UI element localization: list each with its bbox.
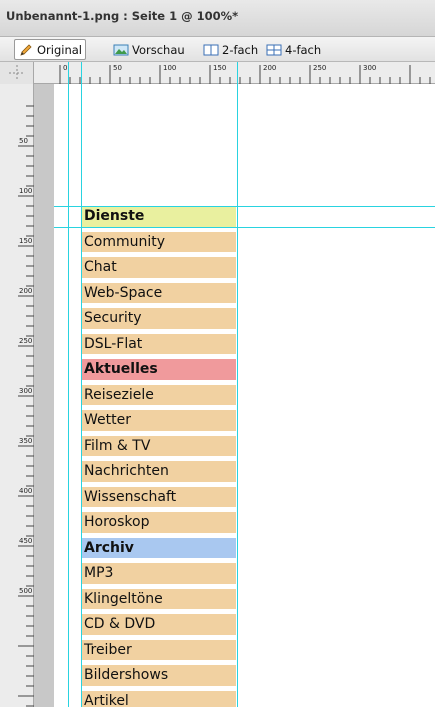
four-up-view-button[interactable]: 4-fach — [263, 39, 324, 60]
menu-item: Reiseziele — [81, 384, 236, 405]
menu-item: Nachrichten — [81, 461, 236, 482]
menu-item: Chat — [81, 257, 236, 278]
menu-header: Aktuelles — [81, 359, 236, 380]
horizontal-ruler[interactable]: 0 50 100 150 200 250 300 — [0, 62, 435, 84]
preview-view-button[interactable]: Vorschau — [110, 39, 188, 60]
menu-item: Community — [81, 231, 236, 252]
ruler-origin-corner[interactable] — [0, 62, 34, 84]
menu-item: DSL-Flat — [81, 333, 236, 354]
ruler-label: 500 — [19, 587, 33, 595]
original-view-button[interactable]: Original — [14, 39, 87, 60]
two-pane-icon — [203, 43, 219, 57]
canvas-left-margin — [34, 84, 54, 707]
ruler-label: 200 — [263, 64, 277, 72]
menu-item: Security — [81, 308, 236, 329]
ruler-label: 250 — [313, 64, 327, 72]
menu-item: Web-Space — [81, 282, 236, 303]
ruler-label: 150 — [19, 237, 33, 245]
document-title: Unbenannt-1.png : Seite 1 @ 100%* — [6, 9, 239, 23]
vertical-ruler-ticks — [18, 105, 34, 707]
menu-item: Treiber — [81, 639, 236, 660]
menu-item: Klingeltöne — [81, 588, 236, 609]
menu-item: Wetter — [81, 410, 236, 431]
menu-header: Archiv — [81, 537, 236, 558]
preview-view-label: Vorschau — [132, 42, 185, 57]
ruler-label: 450 — [19, 537, 33, 545]
menu-item: Wissenschaft — [81, 486, 236, 507]
menu-header: Dienste — [81, 206, 236, 227]
ruler-label: 150 — [213, 64, 227, 72]
menu-item: CD & DVD — [81, 614, 236, 635]
guide-vertical[interactable] — [68, 62, 69, 707]
ruler-label: 250 — [19, 337, 33, 345]
menu-item: Artikel — [81, 690, 236, 707]
view-toolbar: Original Vorschau 2-fach 4-fach — [0, 37, 435, 62]
document-title-bar: Unbenannt-1.png : Seite 1 @ 100%* — [0, 0, 435, 37]
four-pane-icon — [266, 43, 282, 57]
menu-item: Film & TV — [81, 435, 236, 456]
vertical-ruler[interactable]: 50 100 150 200 250 300 350 400 450 500 — [0, 84, 34, 707]
ruler-label: 100 — [163, 64, 177, 72]
ruler-label: 50 — [19, 137, 28, 145]
menu-item: MP3 — [81, 563, 236, 584]
two-up-view-button[interactable]: 2-fach — [200, 39, 261, 60]
pencil-icon — [18, 43, 34, 57]
preview-image-icon — [113, 43, 129, 57]
ruler-label: 50 — [113, 64, 122, 72]
two-up-view-label: 2-fach — [222, 42, 259, 57]
ruler-label: 300 — [19, 387, 33, 395]
ruler-label: 0 — [63, 64, 68, 72]
ruler-label: 350 — [19, 437, 33, 445]
original-view-label: Original — [37, 42, 83, 57]
ruler-label: 100 — [19, 187, 33, 195]
guide-horizontal[interactable] — [54, 227, 435, 228]
menu-item: Bildershows — [81, 665, 236, 686]
four-up-view-label: 4-fach — [285, 42, 322, 57]
menu-item: Horoskop — [81, 512, 236, 533]
ruler-label: 400 — [19, 487, 33, 495]
guide-vertical[interactable] — [81, 62, 82, 707]
ruler-label: 300 — [363, 64, 377, 72]
ruler-label: 200 — [19, 287, 33, 295]
guide-horizontal[interactable] — [54, 206, 435, 207]
guide-vertical[interactable] — [237, 62, 238, 707]
navigation-menu: Dienste Community Chat Web-Space Security DSL… — [81, 206, 236, 707]
